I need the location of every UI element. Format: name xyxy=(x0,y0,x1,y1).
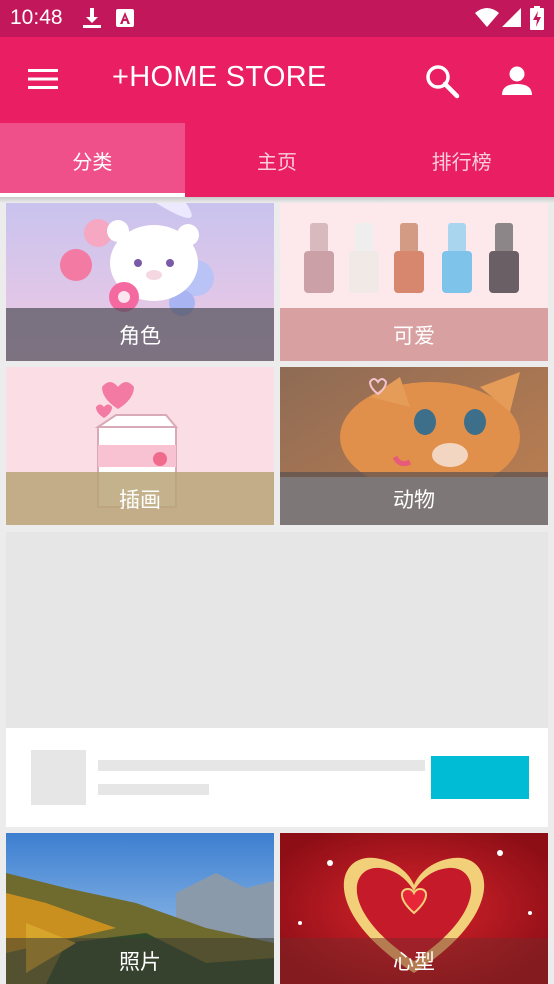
a-icon xyxy=(116,9,134,27)
category-label-text: 心型 xyxy=(393,950,435,974)
category-label-text: 动物 xyxy=(393,487,435,512)
status-bar: 10:48 xyxy=(0,0,554,37)
menu-icon[interactable] xyxy=(28,68,58,90)
category-tile-characters[interactable]: 角色 xyxy=(6,203,274,361)
tab-bar: 分类 主页 排行榜 xyxy=(0,123,554,197)
category-label-text: 插画 xyxy=(119,487,161,512)
ad-title-placeholder xyxy=(98,760,425,771)
ad-banner[interactable] xyxy=(6,728,548,827)
category-label-text: 照片 xyxy=(119,950,161,974)
category-label-text: 角色 xyxy=(119,323,161,348)
tab-label: 分类 xyxy=(72,149,113,174)
wifi-icon xyxy=(475,8,499,27)
tab-home[interactable]: 主页 xyxy=(185,123,370,197)
category-label: 心型 xyxy=(280,938,548,984)
tab-label: 主页 xyxy=(256,149,297,174)
category-tile-illustration[interactable]: 插画 xyxy=(6,367,274,525)
category-label: 可爱 xyxy=(280,308,548,361)
category-label: 照片 xyxy=(6,938,274,984)
status-time: 10:48 xyxy=(10,6,63,29)
battery-icon xyxy=(530,6,544,30)
category-label: 动物 xyxy=(280,472,548,525)
category-tile-photos[interactable]: 照片 xyxy=(6,833,274,984)
account-icon[interactable] xyxy=(500,64,534,98)
download-icon xyxy=(83,8,101,28)
category-tile-cute[interactable]: 可爱 xyxy=(280,203,548,361)
signal-icon xyxy=(502,8,521,27)
app-title: +HOME STORE xyxy=(112,61,327,93)
tab-ranking[interactable]: 排行榜 xyxy=(369,123,554,197)
category-label: 插画 xyxy=(6,472,274,525)
category-tile-animals[interactable]: 动物 xyxy=(280,367,548,525)
category-label-text: 可爱 xyxy=(393,323,435,348)
app-bar: +HOME STORE xyxy=(0,37,554,123)
search-icon[interactable] xyxy=(425,64,461,100)
tab-categories[interactable]: 分类 xyxy=(0,123,185,197)
ad-subtitle-placeholder xyxy=(98,784,209,795)
ad-banner-media xyxy=(6,532,548,728)
tab-label: 排行榜 xyxy=(431,149,492,174)
category-tile-hearts[interactable]: 心型 xyxy=(280,833,548,984)
ad-thumbnail xyxy=(31,750,86,805)
category-label: 角色 xyxy=(6,308,274,361)
ad-action-button[interactable] xyxy=(431,756,529,799)
